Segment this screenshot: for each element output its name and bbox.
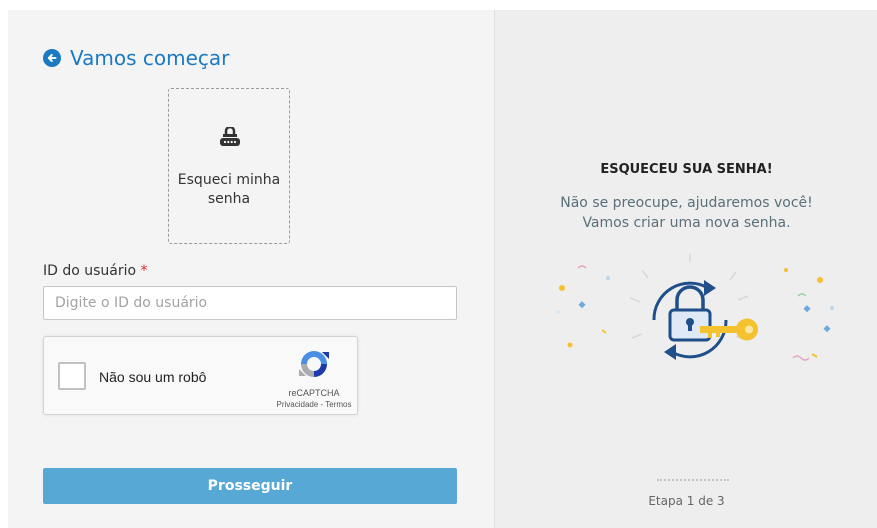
required-marker: * [140, 263, 148, 279]
arrow-left-circle-icon[interactable] [43, 49, 61, 67]
info-title: ESQUECEU SUA SENHA! [600, 162, 773, 177]
recaptcha-brand: reCAPTCHA [288, 388, 340, 398]
back-header[interactable]: Vamos começar [43, 46, 229, 70]
recaptcha-privacy-link[interactable]: Privacidade [276, 400, 318, 409]
user-id-label-text: ID do usuário [43, 263, 137, 279]
proceed-button[interactable]: Prosseguir [43, 468, 457, 504]
user-id-label: ID do usuário * [43, 263, 148, 279]
recaptcha-label: Não sou um robô [99, 369, 207, 385]
right-panel: ESQUECEU SUA SENHA! Não se preocupe, aju… [494, 10, 877, 528]
left-panel: Vamos começar Esqueci minha senha ID do … [8, 10, 494, 528]
user-id-input[interactable] [43, 286, 457, 320]
info-text: Não se preocupe, ajudaremos você! Vamos … [495, 193, 877, 233]
forgot-password-label: Esqueci minha senha [169, 171, 289, 209]
lock-key-refresh-icon [550, 250, 840, 380]
step-text: Etapa 1 de 3 [648, 494, 725, 508]
recaptcha-logo-icon [298, 348, 330, 385]
card-label-line1: Esqueci minha [177, 172, 281, 188]
info-line1: Não se preocupe, ajudaremos você! [560, 195, 813, 211]
info-line2: Vamos criar uma nova senha. [582, 215, 791, 231]
lock-password-icon [219, 125, 241, 154]
step-progress-indicator [657, 479, 729, 481]
recaptcha-checkbox[interactable] [58, 362, 86, 390]
recaptcha-widget: Não sou um robô reCAPTCHA Privacidade - … [43, 336, 358, 415]
recaptcha-terms-link[interactable]: Termos [325, 400, 351, 409]
forgot-password-card[interactable]: Esqueci minha senha [168, 88, 290, 244]
card-label-line2: senha [207, 191, 251, 207]
recaptcha-links: Privacidade - Termos [264, 400, 364, 409]
page-title: Vamos começar [70, 46, 230, 70]
